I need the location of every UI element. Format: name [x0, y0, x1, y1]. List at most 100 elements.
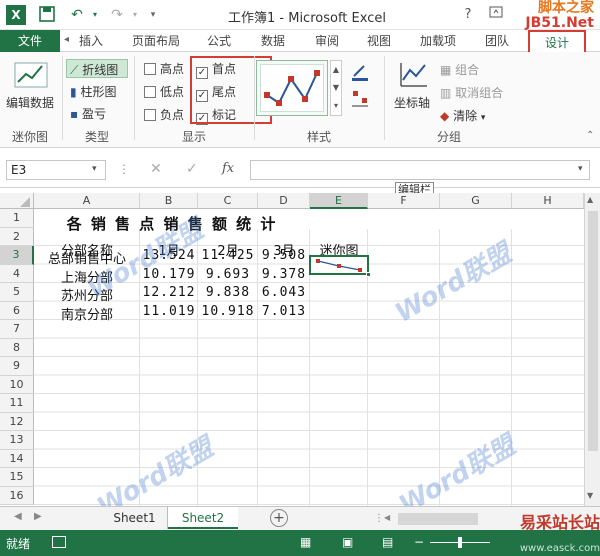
column-type-button[interactable]: ▮ 柱形图: [70, 83, 116, 100]
formula-input[interactable]: [250, 160, 590, 180]
enter-icon[interactable]: ✓: [186, 161, 198, 177]
tab-addins[interactable]: 加载项: [416, 30, 460, 52]
sales-value-cell[interactable]: 9.838: [198, 285, 258, 300]
sales-value-cell[interactable]: 7.013: [258, 304, 310, 319]
undo-dropdown-icon[interactable]: ▾: [86, 6, 104, 24]
name-box[interactable]: E3: [6, 160, 106, 180]
row-header[interactable]: 9: [0, 357, 34, 376]
row-header[interactable]: 14: [0, 449, 34, 468]
column-header-e[interactable]: E: [310, 193, 368, 209]
normal-view-icon[interactable]: ▦: [300, 535, 311, 549]
tab-formulas[interactable]: 公式: [204, 30, 234, 52]
tab-page-layout[interactable]: 页面布局: [128, 30, 184, 52]
column-header-f[interactable]: F: [368, 193, 440, 209]
sheet-tab-2[interactable]: Sheet2: [168, 507, 238, 529]
undo-icon[interactable]: ↶: [68, 6, 86, 24]
customize-qat-icon[interactable]: ▾: [144, 6, 162, 24]
style-gallery[interactable]: [256, 60, 328, 116]
row-header[interactable]: 15: [0, 468, 34, 487]
sales-value-cell[interactable]: 6.043: [258, 285, 310, 300]
ribbon-display-icon[interactable]: [486, 6, 506, 24]
selected-cell-e3[interactable]: [309, 255, 371, 277]
row-header[interactable]: 12: [0, 412, 34, 431]
row-header[interactable]: 5: [0, 283, 34, 302]
sheet-tab-1[interactable]: Sheet1: [102, 507, 168, 529]
edit-data-button[interactable]: 编辑数据: [6, 94, 54, 111]
marker-color-icon[interactable]: [350, 88, 370, 108]
winloss-type-button[interactable]: ▪ 盈亏: [70, 105, 106, 122]
redo-dropdown-icon[interactable]: ▾: [126, 6, 144, 24]
zoom-slider-thumb[interactable]: [458, 537, 462, 548]
sales-value-cell[interactable]: 12.212: [140, 285, 198, 300]
tab-design[interactable]: 设计: [528, 30, 586, 52]
macro-record-icon[interactable]: [52, 536, 66, 548]
row-header[interactable]: 11: [0, 394, 34, 413]
redo-icon[interactable]: ↷: [108, 6, 126, 24]
hscroll-left-icon[interactable]: ◀: [384, 513, 390, 522]
row-header[interactable]: 13: [0, 431, 34, 450]
style-preview[interactable]: [260, 64, 324, 112]
high-point-checkbox[interactable]: 高点: [144, 60, 184, 77]
insert-function-button[interactable]: fx: [222, 161, 234, 176]
fill-handle[interactable]: [366, 272, 371, 277]
column-header-h[interactable]: H: [512, 193, 584, 209]
tab-file[interactable]: 文件: [0, 30, 60, 52]
tab-insert[interactable]: 插入: [76, 30, 106, 52]
row-header[interactable]: 10: [0, 375, 34, 394]
prev-sheet-icon[interactable]: ◀: [14, 511, 22, 522]
sparkline-color-icon[interactable]: [350, 62, 370, 82]
next-sheet-icon[interactable]: ▶: [34, 511, 42, 522]
tab-review[interactable]: 审阅: [312, 30, 342, 52]
scroll-up-icon[interactable]: ▲: [587, 195, 593, 204]
tab-scroll-left-icon[interactable]: ◂: [64, 34, 74, 45]
sales-value-cell[interactable]: 9.378: [258, 267, 310, 282]
zoom-out-icon[interactable]: −: [414, 535, 424, 549]
row-header[interactable]: 8: [0, 338, 34, 357]
negative-point-checkbox[interactable]: 负点: [144, 106, 184, 123]
expand-formula-bar-icon[interactable]: ▾: [578, 164, 583, 174]
branch-name-cell[interactable]: 南京分部: [34, 304, 140, 323]
cancel-icon[interactable]: ✕: [150, 161, 162, 177]
sales-value-cell[interactable]: 10.918: [198, 304, 258, 319]
row-header[interactable]: 3: [0, 246, 34, 265]
axis-button[interactable]: 坐标轴: [394, 94, 430, 111]
column-header-g[interactable]: G: [440, 193, 512, 209]
group-button[interactable]: ▦ 组合: [440, 61, 479, 78]
add-sheet-icon[interactable]: +: [270, 509, 288, 527]
collapse-ribbon-icon[interactable]: ⌃: [586, 130, 594, 141]
row-header[interactable]: 7: [0, 320, 34, 339]
hscroll-thumb[interactable]: [398, 513, 478, 525]
low-point-checkbox[interactable]: 低点: [144, 83, 184, 100]
column-header-d[interactable]: D: [258, 193, 310, 209]
column-header-b[interactable]: B: [140, 193, 198, 209]
page-break-view-icon[interactable]: ▤: [382, 535, 393, 549]
page-layout-view-icon[interactable]: ▣: [342, 535, 353, 549]
tab-team[interactable]: 团队: [482, 30, 512, 52]
vertical-scrollbar[interactable]: ▲ ▼: [584, 193, 600, 506]
ungroup-button[interactable]: ▥ 取消组合: [440, 84, 503, 101]
save-icon[interactable]: [38, 6, 56, 24]
help-button[interactable]: ?: [458, 6, 478, 24]
axis-icon[interactable]: [398, 60, 430, 93]
select-all-corner[interactable]: [0, 193, 34, 209]
tab-view[interactable]: 视图: [364, 30, 394, 52]
line-type-button[interactable]: ⟋ 折线图: [70, 61, 118, 78]
column-header-a[interactable]: A: [34, 193, 140, 209]
tab-data[interactable]: 数据: [258, 30, 288, 52]
name-box-dropdown-icon[interactable]: ▾: [92, 164, 97, 174]
row-header[interactable]: 2: [0, 227, 34, 246]
column-header-c[interactable]: C: [198, 193, 258, 209]
row-header[interactable]: 6: [0, 301, 34, 320]
tab-split-icon[interactable]: ⋮: [374, 513, 384, 524]
scroll-thumb[interactable]: [588, 211, 598, 451]
scroll-down-icon[interactable]: ▼: [587, 491, 593, 500]
row-header[interactable]: 4: [0, 264, 34, 283]
edit-data-icon[interactable]: [14, 60, 48, 93]
row-header[interactable]: 1: [0, 209, 34, 228]
gallery-scroll[interactable]: ▲ ▼ ▾: [330, 60, 342, 116]
sales-value-cell[interactable]: 11.019: [140, 304, 198, 319]
sales-value-cell[interactable]: 11.425: [198, 248, 258, 263]
sales-value-cell[interactable]: 9.693: [198, 267, 258, 282]
sales-value-cell[interactable]: 9.508: [258, 248, 310, 263]
row-header[interactable]: 16: [0, 486, 34, 505]
